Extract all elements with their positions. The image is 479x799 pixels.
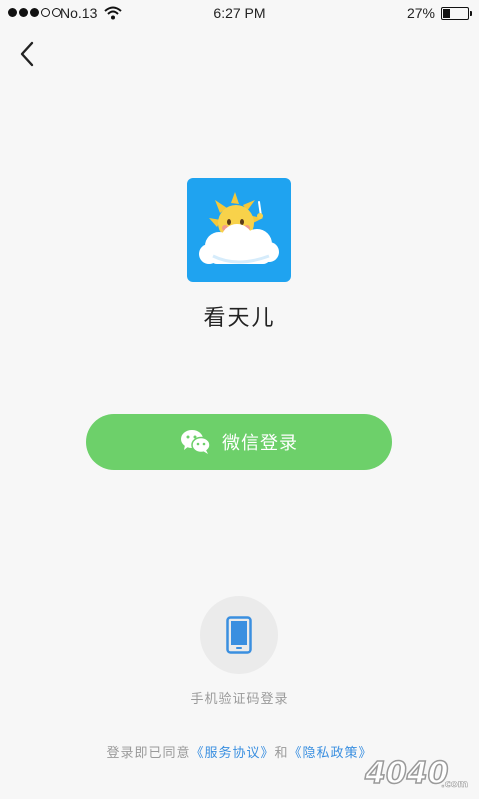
phone-login-label[interactable]: 手机验证码登录 [0, 688, 479, 707]
phone-icon [226, 616, 252, 654]
wechat-login-label: 微信登录 [222, 433, 298, 454]
svg-text:4040: 4040 [364, 756, 449, 791]
service-agreement-link[interactable]: 《服务协议》 [190, 746, 274, 761]
wechat-login-button[interactable]: 微信登录 [86, 414, 392, 470]
svg-text:.com: .com [441, 779, 468, 790]
signal-strength-icon [8, 8, 61, 17]
back-button[interactable] [12, 38, 44, 70]
app-name: 看天儿 [203, 306, 276, 331]
privacy-policy-link[interactable]: 《隐私政策》 [289, 746, 373, 761]
battery-icon [441, 7, 472, 20]
battery-percent: 27% [406, 5, 435, 21]
carrier-name: No.13 [60, 5, 98, 21]
chevron-left-icon [20, 41, 34, 67]
watermark-logo: 4040 .com [363, 755, 468, 791]
phone-login-button[interactable] [200, 596, 278, 674]
wechat-icon [181, 430, 211, 454]
status-bar: No.13 6:27 PM 27% [0, 0, 479, 28]
agreement-prefix: 登录即已同意 [106, 746, 191, 761]
sun-cloud-app-icon [187, 178, 291, 282]
wifi-icon [104, 6, 122, 20]
agreement-conjunction: 和 [274, 746, 289, 761]
battery-level [443, 9, 451, 18]
